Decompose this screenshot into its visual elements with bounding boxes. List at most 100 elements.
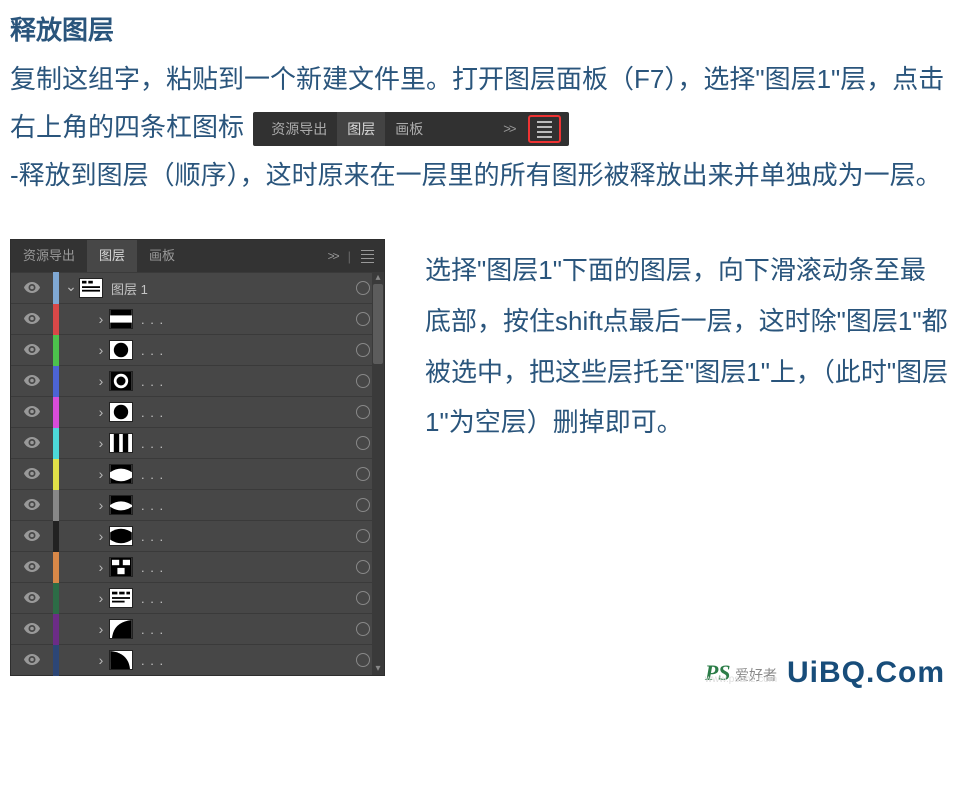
layer-thumbnail bbox=[109, 495, 133, 515]
visibility-toggle[interactable] bbox=[11, 591, 53, 606]
disclosure-triangle-icon[interactable] bbox=[93, 466, 109, 482]
visibility-toggle[interactable] bbox=[11, 560, 53, 575]
inline-tab-layers[interactable]: 图层 bbox=[337, 112, 385, 146]
layer-thumbnail bbox=[109, 650, 133, 670]
target-icon[interactable] bbox=[356, 312, 370, 326]
visibility-toggle[interactable] bbox=[11, 653, 53, 668]
target-icon[interactable] bbox=[356, 622, 370, 636]
target-icon[interactable] bbox=[356, 281, 370, 295]
eye-icon bbox=[24, 313, 40, 324]
layer-row[interactable] bbox=[11, 489, 384, 520]
layer-row[interactable] bbox=[11, 644, 384, 675]
layer-color-bar bbox=[53, 335, 59, 366]
disclosure-triangle-icon[interactable] bbox=[93, 404, 109, 420]
scrollbar-thumb[interactable] bbox=[373, 284, 383, 364]
target-icon[interactable] bbox=[356, 436, 370, 450]
eye-icon bbox=[24, 592, 40, 603]
disclosure-triangle-icon[interactable] bbox=[93, 311, 109, 327]
target-icon[interactable] bbox=[356, 653, 370, 667]
visibility-toggle[interactable] bbox=[11, 436, 53, 451]
layer-row[interactable] bbox=[11, 365, 384, 396]
double-chevron-icon[interactable]: >> bbox=[493, 117, 524, 141]
eye-icon bbox=[24, 406, 40, 417]
inline-panel-strip: 资源导出 图层 画板 >> bbox=[253, 112, 569, 146]
layer-thumbnail bbox=[79, 278, 103, 298]
visibility-toggle[interactable] bbox=[11, 312, 53, 327]
layers-panel-header: 资源导出 图层 画板 >> | bbox=[11, 240, 384, 272]
layer-row[interactable] bbox=[11, 582, 384, 613]
eye-icon bbox=[24, 499, 40, 510]
visibility-toggle[interactable] bbox=[11, 498, 53, 513]
target-icon[interactable] bbox=[356, 343, 370, 357]
layer-name[interactable] bbox=[141, 343, 348, 358]
layer-row[interactable] bbox=[11, 334, 384, 365]
layer-thumbnail bbox=[109, 402, 133, 422]
layer-name[interactable] bbox=[141, 529, 348, 544]
tab-layers[interactable]: 图层 bbox=[87, 240, 137, 272]
panel-menu-icon[interactable] bbox=[361, 250, 374, 264]
disclosure-triangle-icon[interactable] bbox=[93, 435, 109, 451]
layer-color-bar bbox=[53, 272, 59, 305]
scroll-down-arrow-icon[interactable]: ▾ bbox=[372, 663, 384, 675]
disclosure-triangle-icon[interactable] bbox=[93, 528, 109, 544]
layer-name[interactable]: 图层 1 bbox=[111, 279, 348, 298]
disclosure-triangle-icon[interactable] bbox=[93, 590, 109, 606]
layer-row[interactable] bbox=[11, 613, 384, 644]
eye-icon bbox=[24, 654, 40, 665]
layer-name[interactable] bbox=[141, 405, 348, 420]
target-icon[interactable] bbox=[356, 591, 370, 605]
layer-name[interactable] bbox=[141, 374, 348, 389]
visibility-toggle[interactable] bbox=[11, 343, 53, 358]
layer-name[interactable] bbox=[141, 560, 348, 575]
visibility-toggle[interactable] bbox=[11, 529, 53, 544]
inline-tab-asset-export[interactable]: 资源导出 bbox=[261, 112, 337, 146]
disclosure-triangle-icon[interactable] bbox=[93, 373, 109, 389]
layer-row[interactable] bbox=[11, 427, 384, 458]
disclosure-triangle-icon[interactable] bbox=[93, 652, 109, 668]
layer-row-root[interactable]: 图层 1 bbox=[11, 272, 384, 303]
layer-color-bar bbox=[53, 583, 59, 614]
hamburger-icon bbox=[537, 121, 552, 138]
layer-row[interactable] bbox=[11, 520, 384, 551]
target-icon[interactable] bbox=[356, 467, 370, 481]
double-chevron-icon[interactable]: >> bbox=[328, 249, 338, 263]
layer-row[interactable] bbox=[11, 303, 384, 334]
scrollbar[interactable]: ▴ ▾ bbox=[372, 272, 384, 675]
target-icon[interactable] bbox=[356, 529, 370, 543]
visibility-toggle[interactable] bbox=[11, 405, 53, 420]
disclosure-triangle-icon[interactable] bbox=[93, 621, 109, 637]
inline-tab-artboards[interactable]: 画板 bbox=[385, 112, 433, 146]
layer-name[interactable] bbox=[141, 653, 348, 668]
visibility-toggle[interactable] bbox=[11, 374, 53, 389]
visibility-toggle[interactable] bbox=[11, 281, 53, 296]
tab-asset-export[interactable]: 资源导出 bbox=[11, 240, 87, 272]
disclosure-triangle-icon[interactable] bbox=[63, 280, 79, 297]
visibility-toggle[interactable] bbox=[11, 622, 53, 637]
layer-row[interactable] bbox=[11, 551, 384, 582]
layer-row[interactable] bbox=[11, 458, 384, 489]
layer-row[interactable] bbox=[11, 396, 384, 427]
layer-name[interactable] bbox=[141, 467, 348, 482]
visibility-toggle[interactable] bbox=[11, 467, 53, 482]
layer-color-bar bbox=[53, 304, 59, 335]
target-icon[interactable] bbox=[356, 560, 370, 574]
target-icon[interactable] bbox=[356, 498, 370, 512]
layer-name[interactable] bbox=[141, 436, 348, 451]
disclosure-triangle-icon[interactable] bbox=[93, 497, 109, 513]
watermark-uibq: UiBQ.Com bbox=[787, 656, 945, 690]
paragraph-1: 复制这组字，粘贴到一个新建文件里。打开图层面板（F7），选择"图层1"层，点击右… bbox=[10, 55, 951, 199]
layer-color-bar bbox=[53, 397, 59, 428]
layer-name[interactable] bbox=[141, 591, 348, 606]
highlighted-menu-button[interactable] bbox=[528, 115, 561, 143]
disclosure-triangle-icon[interactable] bbox=[93, 342, 109, 358]
scroll-up-arrow-icon[interactable]: ▴ bbox=[372, 272, 384, 284]
target-icon[interactable] bbox=[356, 374, 370, 388]
layer-thumbnail bbox=[109, 464, 133, 484]
tab-artboards[interactable]: 画板 bbox=[137, 240, 187, 272]
target-icon[interactable] bbox=[356, 405, 370, 419]
layer-name[interactable] bbox=[141, 498, 348, 513]
disclosure-triangle-icon[interactable] bbox=[93, 559, 109, 575]
layer-name[interactable] bbox=[141, 312, 348, 327]
layer-name[interactable] bbox=[141, 622, 348, 637]
eye-icon bbox=[24, 623, 40, 634]
